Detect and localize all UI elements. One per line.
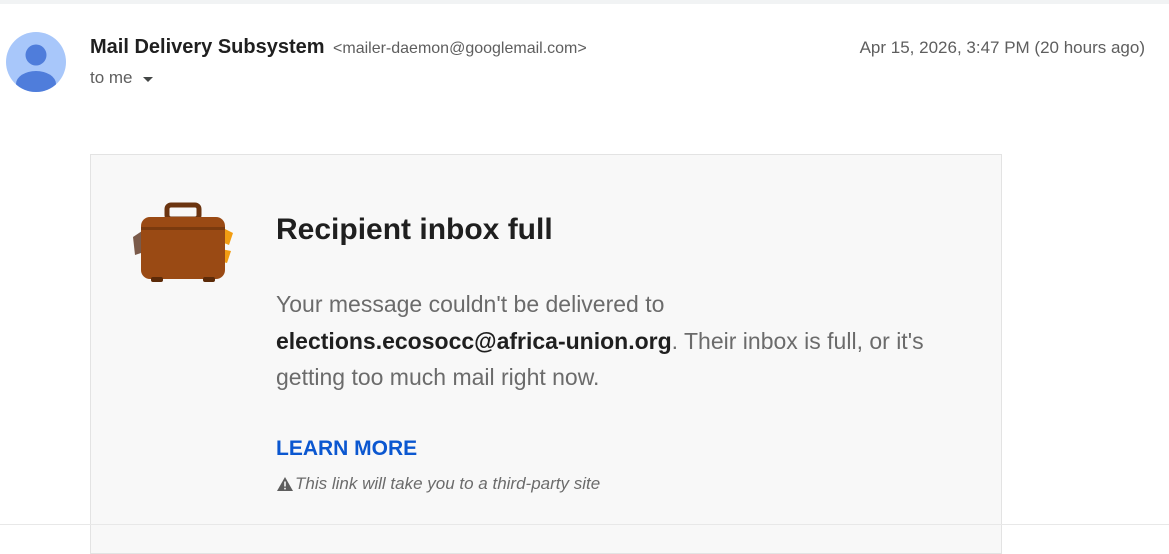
message-prefix: Your message couldn't be delivered to	[276, 291, 665, 317]
learn-more-link[interactable]: LEARN MORE	[276, 437, 417, 461]
suitcase-icon	[129, 201, 239, 287]
chevron-down-icon[interactable]	[142, 76, 153, 82]
bounce-title: Recipient inbox full	[276, 213, 553, 246]
warning-icon	[277, 477, 293, 491]
sender-email: <mailer-daemon@googlemail.com>	[333, 40, 587, 57]
person-icon	[16, 44, 56, 92]
recipient-address: elections.ecosocc@africa-union.org	[276, 327, 672, 354]
sender-name[interactable]: Mail Delivery Subsystem	[90, 36, 325, 58]
third-party-note: This link will take you to a third-party…	[276, 474, 600, 494]
to-label: to me	[90, 68, 133, 87]
bottom-divider	[0, 524, 1169, 525]
bounce-card: Recipient inbox full Your message couldn…	[90, 154, 1002, 554]
top-divider	[0, 0, 1169, 4]
sender-avatar[interactable]	[6, 32, 66, 92]
message-date: Apr 15, 2026, 3:47 PM (20 hours ago)	[859, 38, 1145, 57]
sender-line: Mail Delivery Subsystem <mailer-daemon@g…	[90, 36, 587, 59]
third-party-text: This link will take you to a third-party…	[295, 474, 601, 493]
bounce-message: Your message couldn't be delivered to el…	[276, 286, 956, 396]
recipient-details-toggle[interactable]: to me	[90, 68, 153, 88]
